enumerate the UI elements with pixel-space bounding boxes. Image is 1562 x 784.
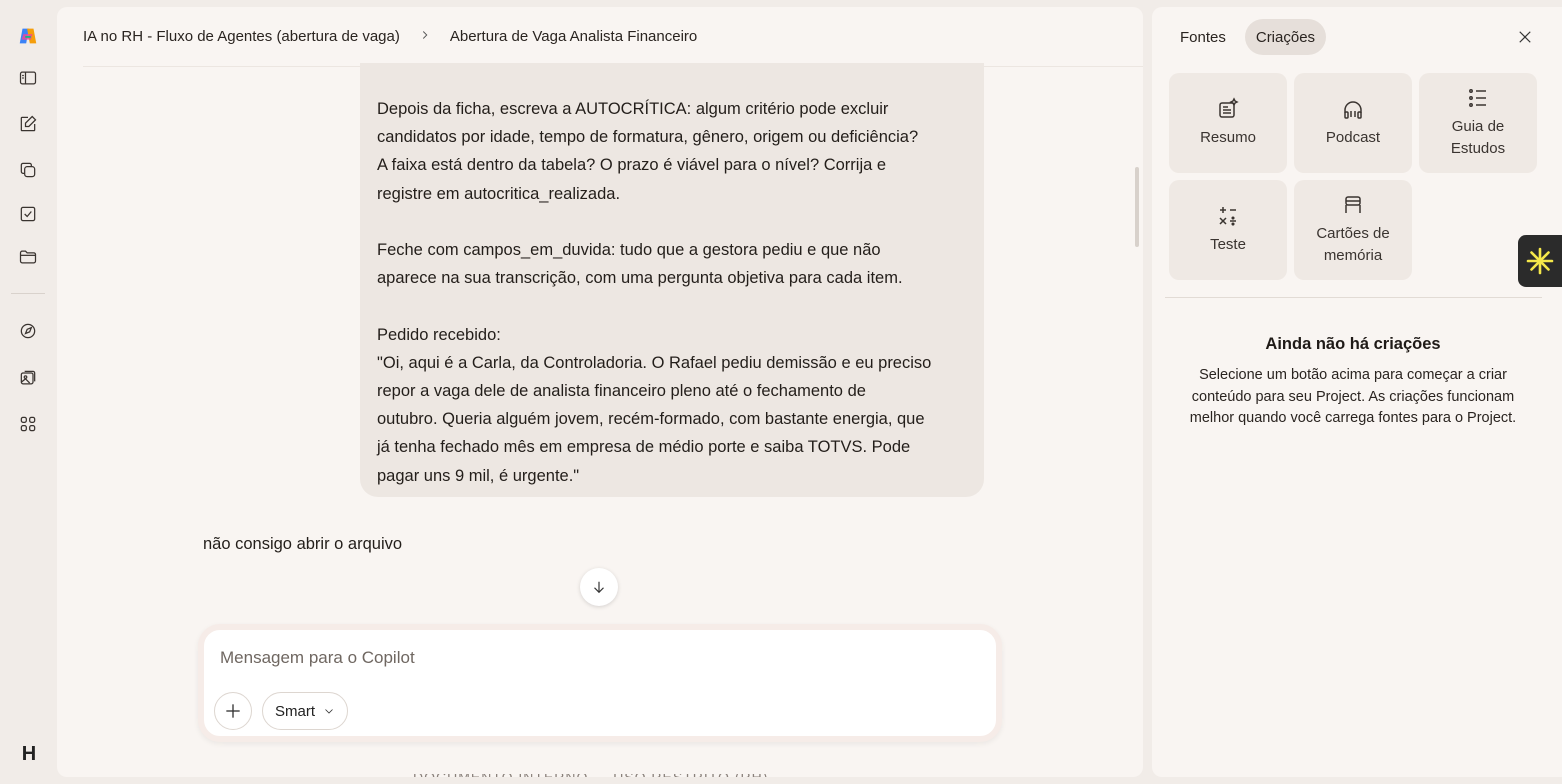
plus-icon xyxy=(226,704,240,718)
empty-state-title: Ainda não há criações xyxy=(1265,335,1441,353)
math-operators-icon xyxy=(1219,207,1236,226)
bubble-gap xyxy=(377,292,968,320)
bubble-text-line: candidatos por idade, tempo de formatura… xyxy=(377,128,919,147)
headphones-icon xyxy=(1344,101,1362,119)
message-composer: Smart xyxy=(198,624,1002,742)
mode-label: Smart xyxy=(275,702,316,720)
close-panel-button[interactable] xyxy=(1514,26,1536,48)
bubble-text-line: outubro. Queria alguém jovem, recém-form… xyxy=(377,410,925,429)
user-avatar[interactable]: H xyxy=(16,741,42,767)
bubble-text-line: pagar uns 9 mil, é urgente." xyxy=(377,466,580,485)
breadcrumb-separator-icon xyxy=(418,28,432,46)
tile-label: Podcast xyxy=(1325,129,1381,146)
cut-off-text: DOCUMENTO INTERNO — USO RESTRITO (RH) xyxy=(413,774,768,777)
summary-icon xyxy=(1219,97,1239,118)
sidebar-toggle-icon[interactable] xyxy=(16,66,40,90)
chevron-down-icon xyxy=(325,709,333,714)
bubble-text-line: já tenha fechado mês em empresa de médio… xyxy=(377,438,911,457)
tile-label: Teste xyxy=(1210,236,1246,253)
tile-guia-de-estudos[interactable]: Guia de Estudos xyxy=(1419,73,1537,173)
folder-icon[interactable] xyxy=(16,245,40,269)
copilot-logo-icon[interactable] xyxy=(16,24,40,48)
rail-divider xyxy=(11,293,45,294)
bubble-text-line: aparece na sua transcrição, com uma perg… xyxy=(377,269,903,288)
close-icon xyxy=(1519,31,1531,43)
tasks-icon[interactable] xyxy=(16,202,40,226)
bubble-text-line: A faixa está dentro da tabela? O prazo é… xyxy=(377,156,887,175)
apps-icon[interactable] xyxy=(16,412,40,436)
prompt-message-bubble: Depois da ficha, escreva a AUTOCRÍTICA: … xyxy=(360,63,984,497)
breadcrumb: IA no RH - Fluxo de Agentes (abertura de… xyxy=(83,7,1143,67)
bubble-text-line: repor a vaga dele de analista financeiro… xyxy=(377,382,866,400)
creations-panel: Fontes Criações Resumo Podcast Guia de E… xyxy=(1152,7,1562,777)
panel-divider xyxy=(1165,297,1542,298)
bubble-text-line: "Oi, aqui é a Carla, da Controladoria. O… xyxy=(377,353,932,372)
bubble-text-line: registre em autocritica_realizada. xyxy=(377,184,621,203)
arrow-down-icon xyxy=(594,581,604,594)
tile-label: Resumo xyxy=(1200,129,1256,146)
scroll-to-bottom-button[interactable] xyxy=(580,568,618,606)
bubble-text-line: Feche com campos_em_duvida: tudo que a g… xyxy=(377,241,881,259)
user-message: não consigo abrir o arquivo xyxy=(203,535,403,553)
list-icon xyxy=(1469,89,1486,107)
tile-label: Cartões de memória xyxy=(1316,225,1390,264)
mode-selector[interactable]: Smart xyxy=(262,692,349,730)
extension-widget-icon[interactable] xyxy=(1518,235,1562,287)
tile-label: Guia de Estudos xyxy=(1450,118,1506,157)
chat-panel: IA no RH - Fluxo de Agentes (abertura de… xyxy=(57,7,1143,777)
tab-fontes[interactable]: Fontes xyxy=(1169,19,1237,55)
empty-state-description: Selecione um botão acima para começar a … xyxy=(1189,367,1517,426)
tile-podcast[interactable]: Podcast xyxy=(1294,73,1412,173)
bubble-text-line: Depois da ficha, escreva a AUTOCRÍTICA: … xyxy=(377,100,889,118)
scrollbar[interactable] xyxy=(1135,167,1139,247)
new-chat-icon[interactable] xyxy=(16,112,40,136)
tile-teste[interactable]: Teste xyxy=(1169,180,1287,280)
panel-tabs: Fontes Criações xyxy=(1169,19,1327,55)
bubble-text-line: Pedido recebido: xyxy=(377,325,501,344)
message-input[interactable] xyxy=(220,646,980,670)
breadcrumb-project[interactable]: IA no RH - Fluxo de Agentes (abertura de… xyxy=(83,28,400,45)
left-rail: H xyxy=(0,0,57,784)
tile-resumo[interactable]: Resumo xyxy=(1169,73,1287,173)
add-attachment-button[interactable] xyxy=(214,692,252,730)
breadcrumb-current: Abertura de Vaga Analista Financeiro xyxy=(449,28,698,45)
image-library-icon[interactable] xyxy=(16,366,40,390)
discover-icon[interactable] xyxy=(16,319,40,343)
bubble-gap xyxy=(377,208,968,236)
pages-icon[interactable] xyxy=(16,158,40,182)
flashcards-icon xyxy=(1345,196,1361,213)
tile-cartoes-de-memoria[interactable]: Cartões de memória xyxy=(1294,180,1412,280)
tab-criacoes[interactable]: Criações xyxy=(1244,19,1327,55)
